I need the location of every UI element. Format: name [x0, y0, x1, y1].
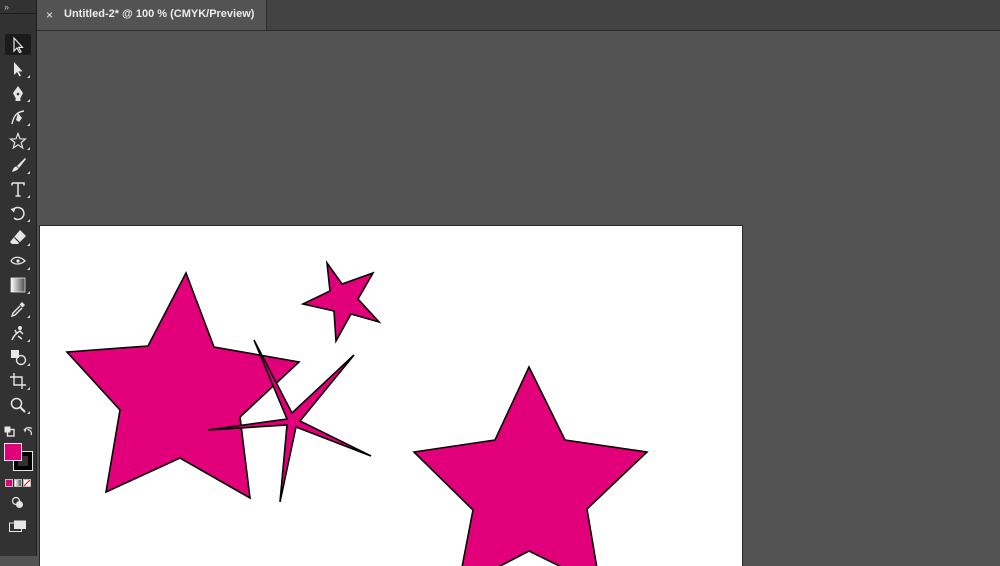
tool-group-indicator	[27, 315, 30, 318]
star-tool-icon	[9, 131, 27, 149]
curvature-tool-button[interactable]	[5, 106, 31, 127]
width-tool-icon	[10, 256, 26, 265]
artboard-tool-icon	[10, 372, 26, 389]
eraser-tool-button[interactable]	[5, 226, 31, 247]
illustrator-window: ›› × Untitled-2* @ 100 % (CMYK/Preview)	[0, 0, 1000, 566]
fill-color-swatch[interactable]	[4, 443, 22, 461]
eyedropper-tool-button[interactable]	[5, 298, 31, 319]
shape-builder-tool-button[interactable]	[5, 346, 31, 367]
paintbrush-tool-icon	[12, 157, 26, 172]
zoom-tool-button[interactable]	[5, 394, 31, 415]
tool-group-indicator	[27, 171, 30, 174]
eyedropper-tool-icon	[10, 301, 25, 317]
default-fill-stroke-button[interactable]	[4, 424, 15, 437]
tool-group-indicator	[27, 267, 30, 270]
direct-selection-tool-icon	[14, 61, 23, 76]
width-tool-button[interactable]	[5, 250, 31, 271]
rotate-tool-icon	[10, 206, 25, 220]
eraser-tool-icon	[10, 229, 26, 244]
small-star-top[interactable]	[300, 260, 382, 344]
draw-mode-button[interactable]	[11, 496, 25, 510]
type-tool-icon	[11, 181, 25, 197]
tool-group-indicator	[27, 339, 30, 342]
large-star-left[interactable]	[65, 271, 301, 500]
tool-group-indicator	[27, 75, 30, 78]
document-tab-bar: × Untitled-2* @ 100 % (CMYK/Preview)	[37, 0, 1000, 31]
screen-mode-icon	[9, 520, 26, 532]
star-tool-button[interactable]	[5, 130, 31, 151]
tool-group-indicator	[27, 99, 30, 102]
pen-tool-icon	[13, 85, 23, 101]
gradient-mode-button[interactable]	[14, 479, 22, 487]
pasteboard[interactable]	[38, 31, 1000, 566]
tool-group-indicator	[27, 291, 30, 294]
gradient-tool-button[interactable]	[5, 274, 31, 295]
tool-group-indicator	[27, 363, 30, 366]
tool-group-indicator	[27, 123, 30, 126]
tool-group-indicator	[27, 147, 30, 150]
color-mode-button[interactable]	[5, 479, 13, 487]
document-tab-title: Untitled-2* @ 100 % (CMYK/Preview)	[64, 8, 255, 20]
artboard-tool-button[interactable]	[5, 370, 31, 391]
tool-group-indicator	[27, 243, 30, 246]
tool-group-indicator	[27, 411, 30, 414]
none-mode-button[interactable]	[23, 479, 31, 487]
paintbrush-tool-button[interactable]	[5, 154, 31, 175]
swap-fill-stroke-button[interactable]	[23, 424, 34, 436]
rotate-tool-button[interactable]	[5, 202, 31, 223]
default-colors-icon	[4, 426, 15, 437]
panel-divider	[0, 13, 37, 14]
screen-mode-button[interactable]	[9, 519, 27, 532]
puppet-warp-tool-icon	[11, 325, 24, 340]
puppet-warp-tool-button[interactable]	[5, 322, 31, 343]
curvature-tool-icon	[11, 109, 25, 124]
artwork	[65, 260, 649, 566]
selection-tool-icon	[13, 35, 24, 53]
swap-arrow-icon	[23, 427, 33, 436]
selection-tool-button[interactable]	[5, 34, 31, 55]
panel-collapse-grip[interactable]: ››	[4, 2, 9, 12]
shape-builder-tool-icon	[11, 349, 27, 365]
tools-panel: ››	[0, 0, 37, 556]
tool-group-indicator	[27, 387, 30, 390]
tool-group-indicator	[27, 195, 30, 198]
close-tab-icon[interactable]: ×	[46, 9, 53, 21]
document-tab[interactable]: × Untitled-2* @ 100 % (CMYK/Preview)	[37, 0, 267, 30]
tool-group-indicator	[27, 219, 30, 222]
artboard[interactable]	[40, 226, 742, 566]
type-tool-button[interactable]	[5, 178, 31, 199]
direct-selection-tool-button[interactable]	[5, 58, 31, 79]
draw-mode-icon	[11, 496, 23, 508]
gradient-tool-icon	[10, 277, 26, 292]
pen-tool-button[interactable]	[5, 82, 31, 103]
large-star-right[interactable]	[412, 365, 649, 566]
zoom-tool-icon	[10, 397, 26, 413]
